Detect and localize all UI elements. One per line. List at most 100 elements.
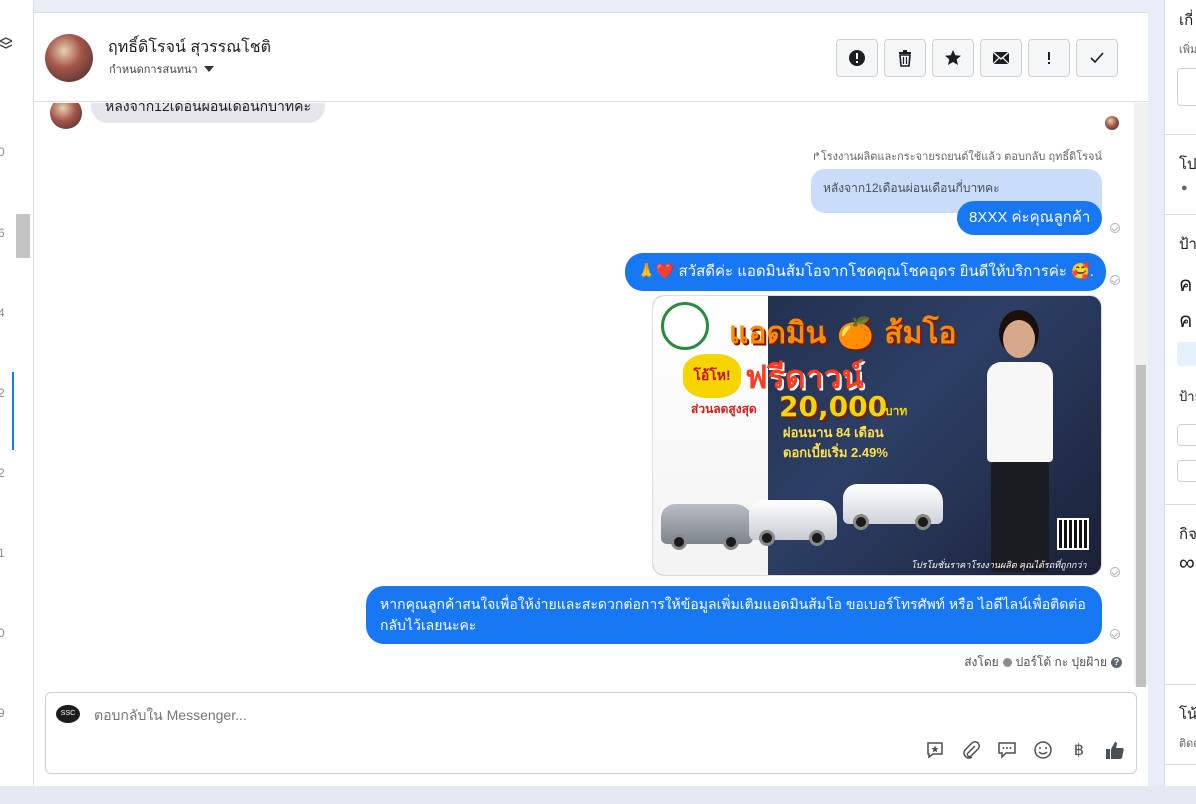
left-rail: 0 6 4 2 2 1 0 9	[0, 0, 34, 786]
rail-count: 2	[0, 386, 5, 400]
delivered-check-icon	[1110, 629, 1120, 639]
divider	[1165, 504, 1196, 505]
mark-unread-button[interactable]	[980, 39, 1022, 77]
rail-count: 1	[0, 546, 5, 560]
wheel	[671, 534, 687, 550]
divider	[1165, 134, 1196, 135]
emoji-button[interactable]	[1032, 739, 1054, 761]
conversation-schedule-dropdown[interactable]: กำหนดการสนทนา	[109, 60, 214, 78]
promo-image[interactable]: แอดมิน 🍊 ส้มโอ โอ้โห! ฟรีดาวน์ ส่วนลดสูง…	[652, 295, 1102, 576]
outgoing-message[interactable]: 8XXX ค่ะคุณลูกค้า	[957, 201, 1103, 235]
company-seal-logo	[661, 302, 709, 350]
active-indicator	[12, 372, 14, 450]
add-details-link[interactable]: เพิ่ม	[1179, 40, 1196, 58]
rail-scrollbar[interactable]	[16, 214, 30, 258]
reply-input[interactable]	[94, 707, 894, 723]
qr-code	[1057, 518, 1089, 550]
promo-model-photo	[971, 318, 1071, 575]
chat-bubbles-icon	[998, 742, 1016, 759]
notes-heading: โน้	[1179, 706, 1196, 723]
delivered-check-icon	[1110, 567, 1120, 577]
star-icon	[945, 50, 961, 65]
conversation-panel: ฤทธิ์ดิโรจน์ สุวรรณโชติ กำหนดการสนทนา หล…	[34, 12, 1148, 786]
details-input[interactable]	[1177, 68, 1196, 106]
delivered-check-icon	[1110, 275, 1120, 285]
mark-done-button[interactable]	[1076, 39, 1118, 77]
activity-loading: ∞	[1179, 550, 1195, 575]
promo-amount: 20,000	[779, 390, 888, 423]
about-heading: เกี่	[1179, 12, 1194, 29]
label-checkbox[interactable]	[1177, 424, 1196, 446]
layers-icon[interactable]	[0, 36, 14, 50]
emoji-icon	[1034, 741, 1052, 759]
promo-currency: บาท	[885, 404, 908, 418]
notes-hint: ติดต	[1179, 738, 1196, 750]
header-actions	[836, 39, 1118, 77]
wheel	[723, 534, 739, 550]
outgoing-message[interactable]: 🙏❤️ สวัสดีค่ะ แอดมินส้มโอจากโชคคุณโชคอุด…	[625, 253, 1106, 291]
follow-up-button[interactable]	[1028, 39, 1070, 77]
sent-check-icon	[1002, 658, 1012, 667]
sent-by-label: ส่งโดย	[964, 655, 999, 669]
attachment-icon	[963, 741, 980, 759]
star-button[interactable]	[932, 39, 974, 77]
reply-composer: SSC ฿	[45, 692, 1137, 774]
thread-scrollbar[interactable]	[1134, 103, 1148, 687]
right-details-panel: เกี่ เพิ่ม โป ● ป้า ค ค ป้าย กิจ ∞ โน้ ต…	[1164, 0, 1196, 786]
thumbs-up-icon	[1106, 742, 1124, 759]
scrollbar-thumb[interactable]	[1136, 365, 1146, 687]
wheel	[759, 530, 775, 546]
alert-icon	[1048, 52, 1050, 64]
activity-heading: กิจ	[1179, 526, 1196, 543]
trash-icon	[899, 50, 911, 67]
schedule-label: กำหนดการสนทนา	[109, 64, 198, 76]
divider	[1165, 214, 1196, 215]
mark-spam-button[interactable]	[836, 39, 878, 77]
rail-count: 9	[0, 706, 5, 720]
label-chip[interactable]	[1177, 342, 1196, 366]
conversation-header: ฤทธิ์ดิโรจน์ สุวรรณโชติ กำหนดการสนทนา	[34, 13, 1148, 102]
rail-count: 4	[0, 306, 5, 320]
bottom-strip	[0, 786, 1196, 804]
rail-count: 2	[0, 466, 5, 480]
caret-down-icon	[203, 66, 214, 72]
rail-count: 0	[0, 145, 5, 159]
label-checkbox[interactable]	[1177, 460, 1196, 482]
label-item[interactable]: ค	[1179, 304, 1192, 336]
delete-button[interactable]	[884, 39, 926, 77]
sent-by-name[interactable]: ปอร์โต้ กะ ปุยฝ้าย	[1016, 653, 1107, 672]
envelope-icon	[992, 51, 1010, 65]
contact-avatar[interactable]	[45, 34, 93, 82]
message-thread[interactable]: หลังจาก12เดือนผ่อนเดือนกี่บาทคะ ↱โรงงานผ…	[34, 103, 1134, 683]
payment-button[interactable]: ฿	[1068, 739, 1090, 761]
location-icon: ●	[1181, 182, 1188, 194]
promo-months: ผ่อนนาน 84 เดือน	[783, 425, 884, 440]
incoming-message[interactable]: หลังจาก12เดือนผ่อนเดือนกี่บาทคะ	[91, 103, 325, 123]
promo-rate: ดอกเบี้ยเริ่ม 2.49%	[783, 445, 888, 460]
model-torso	[987, 362, 1053, 462]
promo-burst: โอ้โห!	[683, 354, 741, 398]
contact-name[interactable]: ฤทธิ์ดิโรจน์ สุวรรณโชติ	[108, 35, 271, 60]
divider	[1165, 684, 1196, 685]
wheel	[915, 514, 931, 530]
saved-replies-button[interactable]	[924, 739, 946, 761]
quick-replies-button[interactable]	[996, 739, 1018, 761]
labels-heading: ป้า	[1179, 236, 1196, 253]
profile-heading: โป	[1179, 156, 1196, 173]
read-receipt-avatar	[1105, 116, 1119, 130]
attach-button[interactable]	[960, 739, 982, 761]
like-button[interactable]	[1104, 739, 1126, 761]
divider	[1165, 764, 1196, 765]
model-legs	[991, 462, 1049, 572]
promo-headline: แอดมิน 🍊 ส้มโอ	[729, 316, 957, 351]
rail-count: 0	[0, 626, 5, 640]
sent-by: ส่งโดย ปอร์โต้ กะ ปุยฝ้าย ?	[964, 653, 1122, 672]
help-icon[interactable]: ?	[1111, 657, 1122, 668]
wheel	[809, 530, 825, 546]
rail-count: 6	[0, 226, 5, 240]
page-avatar: SSC	[56, 705, 80, 723]
label-item[interactable]: ค	[1179, 268, 1192, 300]
promo-footer: โปรโมชั่นราคาโรงงานผลิต คุณได้รถที่ถูกกว…	[911, 560, 1087, 570]
outgoing-message[interactable]: หากคุณลูกค้าสนใจเพื่อให้ง่ายและสะดวกต่อก…	[366, 586, 1102, 644]
reply-context: ↱โรงงานผลิตและกระจายรถยนต์ใช้แล้ว ตอบกลั…	[811, 151, 1102, 163]
